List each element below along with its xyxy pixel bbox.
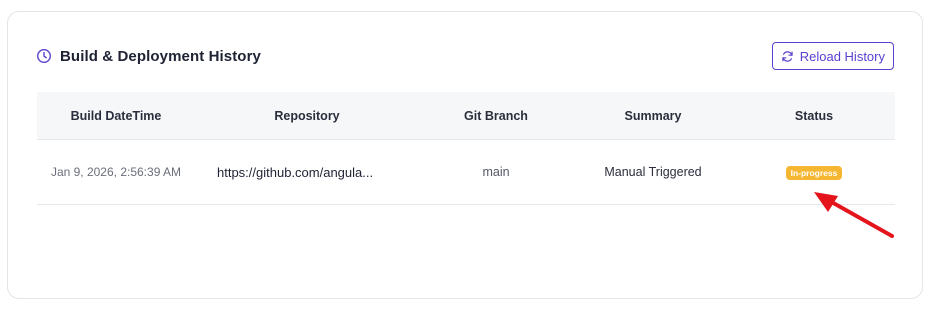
red-arrow-icon [814,192,894,238]
page-title: Build & Deployment History [60,47,261,65]
refresh-icon [781,50,794,63]
column-header-repository[interactable]: Repository [195,109,419,123]
column-header-status[interactable]: Status [733,109,895,123]
reload-history-label: Reload History [799,48,885,64]
build-datetime-cell: Jan 9, 2026, 2:56:39 AM [50,165,182,179]
column-header-git-branch[interactable]: Git Branch [419,109,573,123]
card-header: Build & Deployment History Reload Histor… [36,42,894,70]
reload-history-button[interactable]: Reload History [771,42,894,70]
title-wrap: Build & Deployment History [36,48,261,65]
clock-icon [36,48,52,64]
column-header-build-datetime[interactable]: Build DateTime [37,109,195,123]
history-table: Build DateTime Repository Git Branch Sum… [37,92,895,205]
summary-cell: Manual Triggered [604,165,702,179]
build-history-card: Build & Deployment History Reload Histor… [7,11,923,299]
status-badge: In-progress [785,165,843,180]
status-cell: In-progress [733,165,895,180]
table-header: Build DateTime Repository Git Branch Sum… [37,92,895,140]
repository-cell: https://github.com/angula... [217,164,374,180]
git-branch-cell: main [482,165,510,179]
table-row[interactable]: Jan 9, 2026, 2:56:39 AM https://github.c… [37,140,895,205]
column-header-summary[interactable]: Summary [573,109,733,123]
